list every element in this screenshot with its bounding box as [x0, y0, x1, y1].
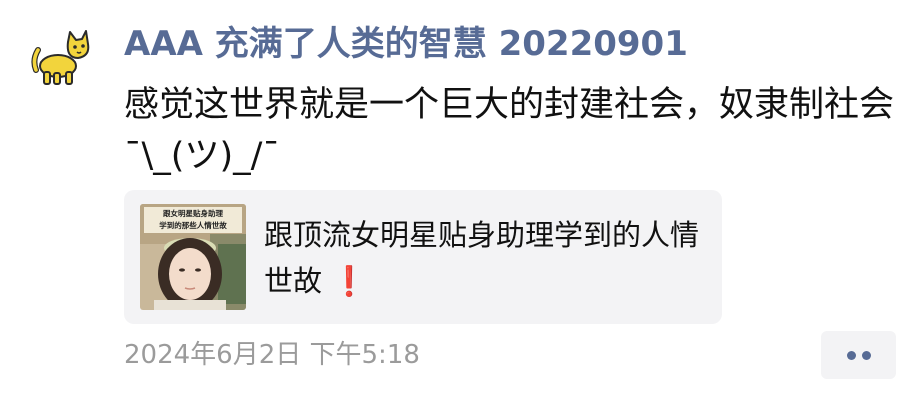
exclamation-icon: ❗	[331, 264, 368, 298]
post-text: 感觉这世界就是一个巨大的封建社会，奴隶制社会¯\_(ツ)_/¯	[124, 85, 895, 176]
more-dots-icon	[847, 351, 856, 360]
more-dots-icon	[862, 351, 871, 360]
more-button[interactable]	[821, 331, 896, 379]
link-thumbnail: 跟女明星贴身助理 学到的那些人情世故	[140, 204, 246, 310]
avatar[interactable]	[30, 30, 94, 86]
link-title-text: 跟顶流女明星贴身助理学到的人情世故	[264, 218, 700, 298]
yellow-cat-icon	[31, 30, 90, 85]
post-timestamp: 2024年6月2日 下午5:18	[124, 340, 420, 370]
svg-text:学到的那些人情世故: 学到的那些人情世故	[159, 220, 227, 230]
svg-text:跟女明星贴身助理: 跟女明星贴身助理	[163, 208, 223, 218]
link-title: 跟顶流女明星贴身助理学到的人情世故 ❗	[264, 212, 704, 304]
author-name[interactable]: AAA 充满了人类的智慧 20220901	[124, 20, 688, 68]
shared-link-card[interactable]: 跟女明星贴身助理 学到的那些人情世故 跟顶流女明星贴身助理学到的人情世故 ❗	[124, 190, 722, 324]
